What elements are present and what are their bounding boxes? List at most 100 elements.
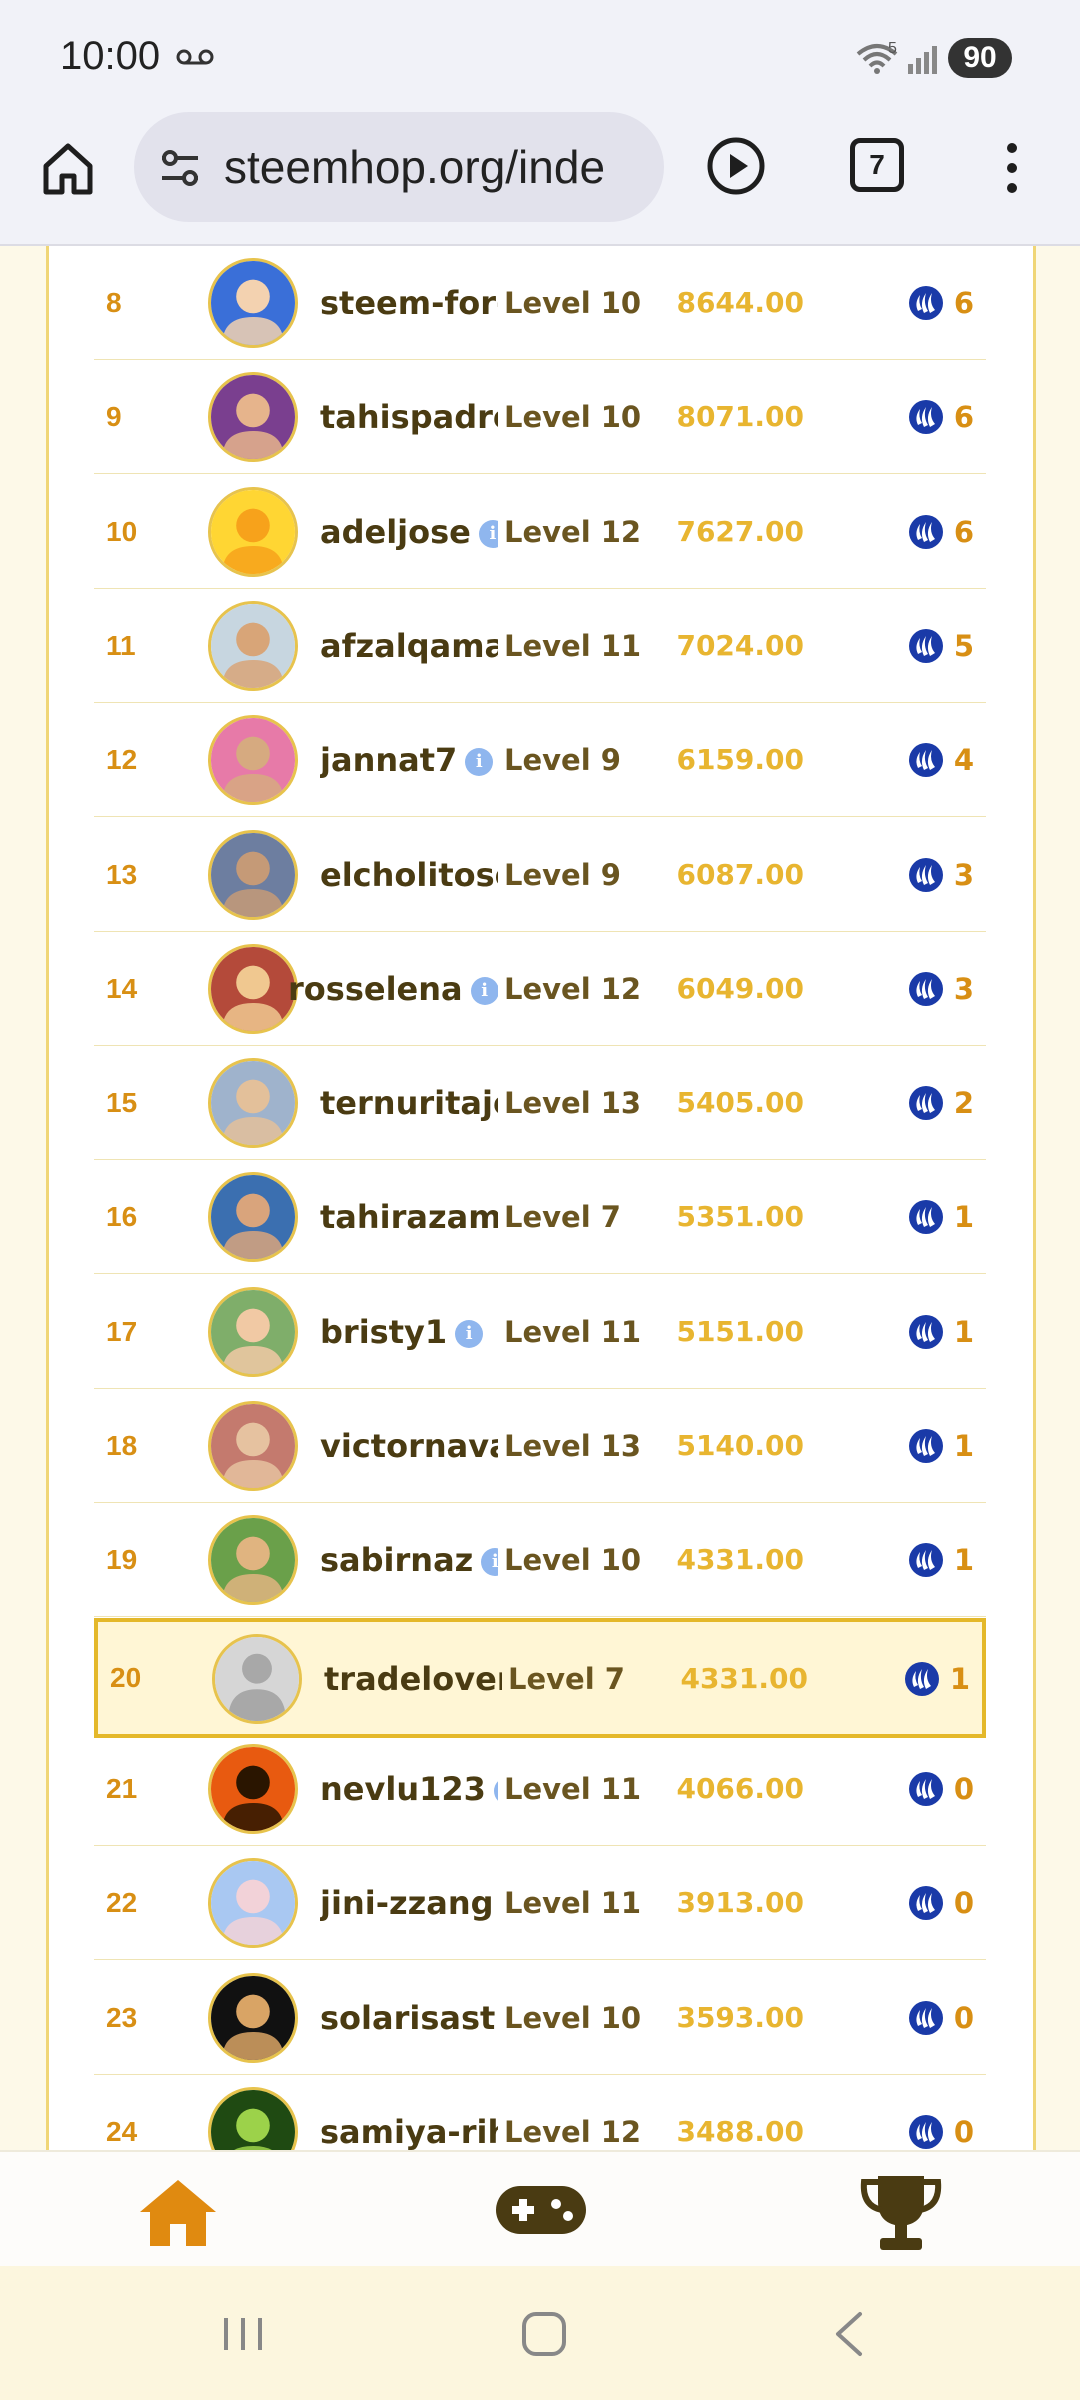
trophy-icon[interactable]	[858, 2172, 944, 2254]
user-avatar[interactable]	[208, 1515, 298, 1606]
play-icon[interactable]	[706, 136, 766, 196]
reward-cell: 3	[908, 932, 974, 1046]
username[interactable]: afzalqama	[320, 589, 498, 703]
reward-cell: 1	[908, 1275, 974, 1389]
leaderboard-row-current-user[interactable]: 20 tradelover Level 7 4331.00 1	[94, 1617, 986, 1738]
url-text[interactable]: steemhop.org/inde	[224, 140, 664, 194]
user-avatar[interactable]	[212, 1633, 302, 1724]
username-text[interactable]: bristy1	[320, 1313, 447, 1351]
info-icon[interactable]: i	[481, 1548, 498, 1577]
user-avatar[interactable]	[208, 1058, 298, 1149]
home-icon[interactable]	[136, 2176, 220, 2248]
user-avatar[interactable]	[208, 715, 298, 806]
username-text[interactable]: elcholitoso	[320, 856, 498, 894]
username[interactable]: bristy1 i	[320, 1275, 498, 1389]
recent-apps-icon[interactable]	[220, 2314, 266, 2354]
reward-value: 0	[953, 2114, 974, 2149]
username-text[interactable]: nevlu123	[320, 1770, 486, 1808]
reward-cell: 2	[908, 1046, 974, 1160]
system-home-icon[interactable]	[520, 2310, 568, 2358]
user-level: Level 9	[504, 743, 621, 778]
username[interactable]: victornava	[320, 1389, 498, 1503]
site-settings-icon[interactable]	[158, 148, 202, 188]
leaderboard-row[interactable]: 14 rosselena i Level 12 6049.00 3	[94, 932, 986, 1046]
username[interactable]: adeljose i	[320, 475, 498, 589]
gamepad-icon[interactable]	[494, 2182, 588, 2238]
username-text[interactable]: solarisastr	[320, 1999, 498, 2037]
username-text[interactable]: sabirnaz	[320, 1541, 473, 1579]
leaderboard-row[interactable]: 11 afzalqama Level 11 7024.00 5	[94, 589, 986, 703]
user-avatar[interactable]	[208, 1286, 298, 1377]
leaderboard-row[interactable]: 13 elcholitoso Level 9 6087.00 3	[94, 818, 986, 932]
username[interactable]: sabirnaz i	[320, 1503, 498, 1617]
user-avatar[interactable]	[208, 943, 298, 1034]
username[interactable]: solarisastr	[320, 1961, 498, 2075]
user-avatar[interactable]	[208, 1401, 298, 1491]
leaderboard-row[interactable]: 17 bristy1 i Level 11 5151.00 1	[94, 1275, 986, 1389]
user-avatar[interactable]	[208, 1743, 298, 1834]
username-text[interactable]: ternuritaje	[320, 1084, 498, 1122]
username[interactable]: elcholitoso	[320, 818, 498, 932]
leaderboard-row[interactable]: 8 steem-for- Level 10 8644.00 6	[94, 246, 986, 360]
user-avatar[interactable]	[208, 829, 298, 920]
more-menu-icon[interactable]	[994, 138, 1030, 198]
username-text[interactable]: jannat7	[320, 741, 457, 779]
user-avatar[interactable]	[208, 372, 298, 463]
steem-icon	[908, 1429, 943, 1463]
info-icon[interactable]: i	[470, 976, 498, 1005]
username[interactable]: jannat7 i	[320, 703, 498, 817]
username[interactable]: steem-for-	[320, 246, 498, 360]
leaderboard-row[interactable]: 9 tahispadro Level 10 8071.00 6	[94, 360, 986, 475]
username-text[interactable]: rosselena	[288, 970, 463, 1008]
leaderboard-row[interactable]: 16 tahirazam Level 7 5351.00 1	[94, 1160, 986, 1275]
bottom-navigation	[0, 2150, 1080, 2266]
info-icon[interactable]: i	[455, 1319, 484, 1348]
leaderboard-row[interactable]: 22 jini-zzangiLevel 11 3913.00 0	[94, 1846, 986, 1961]
info-icon[interactable]: i	[465, 748, 494, 777]
user-avatar[interactable]	[208, 1172, 298, 1263]
user-avatar[interactable]	[208, 1858, 298, 1949]
leaderboard-row[interactable]: 10 adeljose i Level 12 7627.00 6	[94, 475, 986, 589]
leaderboard-row[interactable]: 24 samiya-rih Level 12 3488.00 0	[94, 2075, 986, 2150]
username-text[interactable]: adeljose	[320, 513, 471, 551]
user-avatar[interactable]	[208, 258, 298, 348]
username-text[interactable]: afzalqama	[320, 627, 498, 665]
username-text[interactable]: steem-for-	[320, 284, 498, 322]
username[interactable]: jini-zzangi	[320, 1846, 498, 1960]
tab-switcher-button[interactable]: 7	[850, 138, 904, 192]
leaderboard-row[interactable]: 19 sabirnaz i Level 10 4331.00 1	[94, 1503, 986, 1618]
leaderboard-row[interactable]: 12 jannat7 i Level 9 6159.00 4	[94, 703, 986, 818]
username-text[interactable]: tahirazam	[320, 1198, 498, 1236]
username-text[interactable]: tahispadro	[320, 398, 498, 436]
username-text[interactable]: victornava	[320, 1427, 498, 1465]
user-avatar[interactable]	[208, 1972, 298, 2063]
steem-icon	[904, 1661, 939, 1696]
back-icon[interactable]	[830, 2310, 866, 2358]
username-text[interactable]: jini-zzang	[320, 1884, 494, 1922]
reward-value: 5	[953, 628, 974, 663]
user-avatar[interactable]	[208, 600, 298, 691]
leaderboard-row[interactable]: 23 solarisastr Level 10 3593.00 0	[94, 1961, 986, 2075]
user-avatar[interactable]	[208, 486, 298, 577]
user-avatar[interactable]	[208, 2086, 298, 2150]
username-text[interactable]: tradelover	[324, 1660, 502, 1698]
leaderboard-row[interactable]: 15 ternuritaje Level 13 5405.00 2	[94, 1046, 986, 1161]
username[interactable]: nevlu123i	[320, 1732, 498, 1846]
info-icon[interactable]: i	[478, 519, 498, 548]
user-score: 7024.00	[676, 628, 804, 662]
username[interactable]: tahispadro	[320, 360, 498, 474]
reward-value: 1	[953, 1543, 974, 1578]
rank-number: 15	[106, 1087, 138, 1119]
info-icon[interactable]: i	[493, 1776, 498, 1805]
leaderboard-row[interactable]: 21 nevlu123iLevel 11 4066.00 0	[94, 1732, 986, 1846]
leaderboard-row[interactable]: 18 victornava Level 13 5140.00 1	[94, 1389, 986, 1503]
username[interactable]: tradelover	[324, 1622, 502, 1736]
username[interactable]: rosselena i	[288, 932, 498, 1046]
wifi-badge: 5	[888, 40, 897, 57]
username[interactable]: samiya-rih	[320, 2075, 498, 2150]
address-bar[interactable]: steemhop.org/inde	[134, 112, 664, 222]
username[interactable]: ternuritaje	[320, 1046, 498, 1160]
browser-home-icon[interactable]	[38, 138, 98, 198]
username-text[interactable]: samiya-rih	[320, 2113, 498, 2150]
username[interactable]: tahirazam	[320, 1160, 498, 1274]
